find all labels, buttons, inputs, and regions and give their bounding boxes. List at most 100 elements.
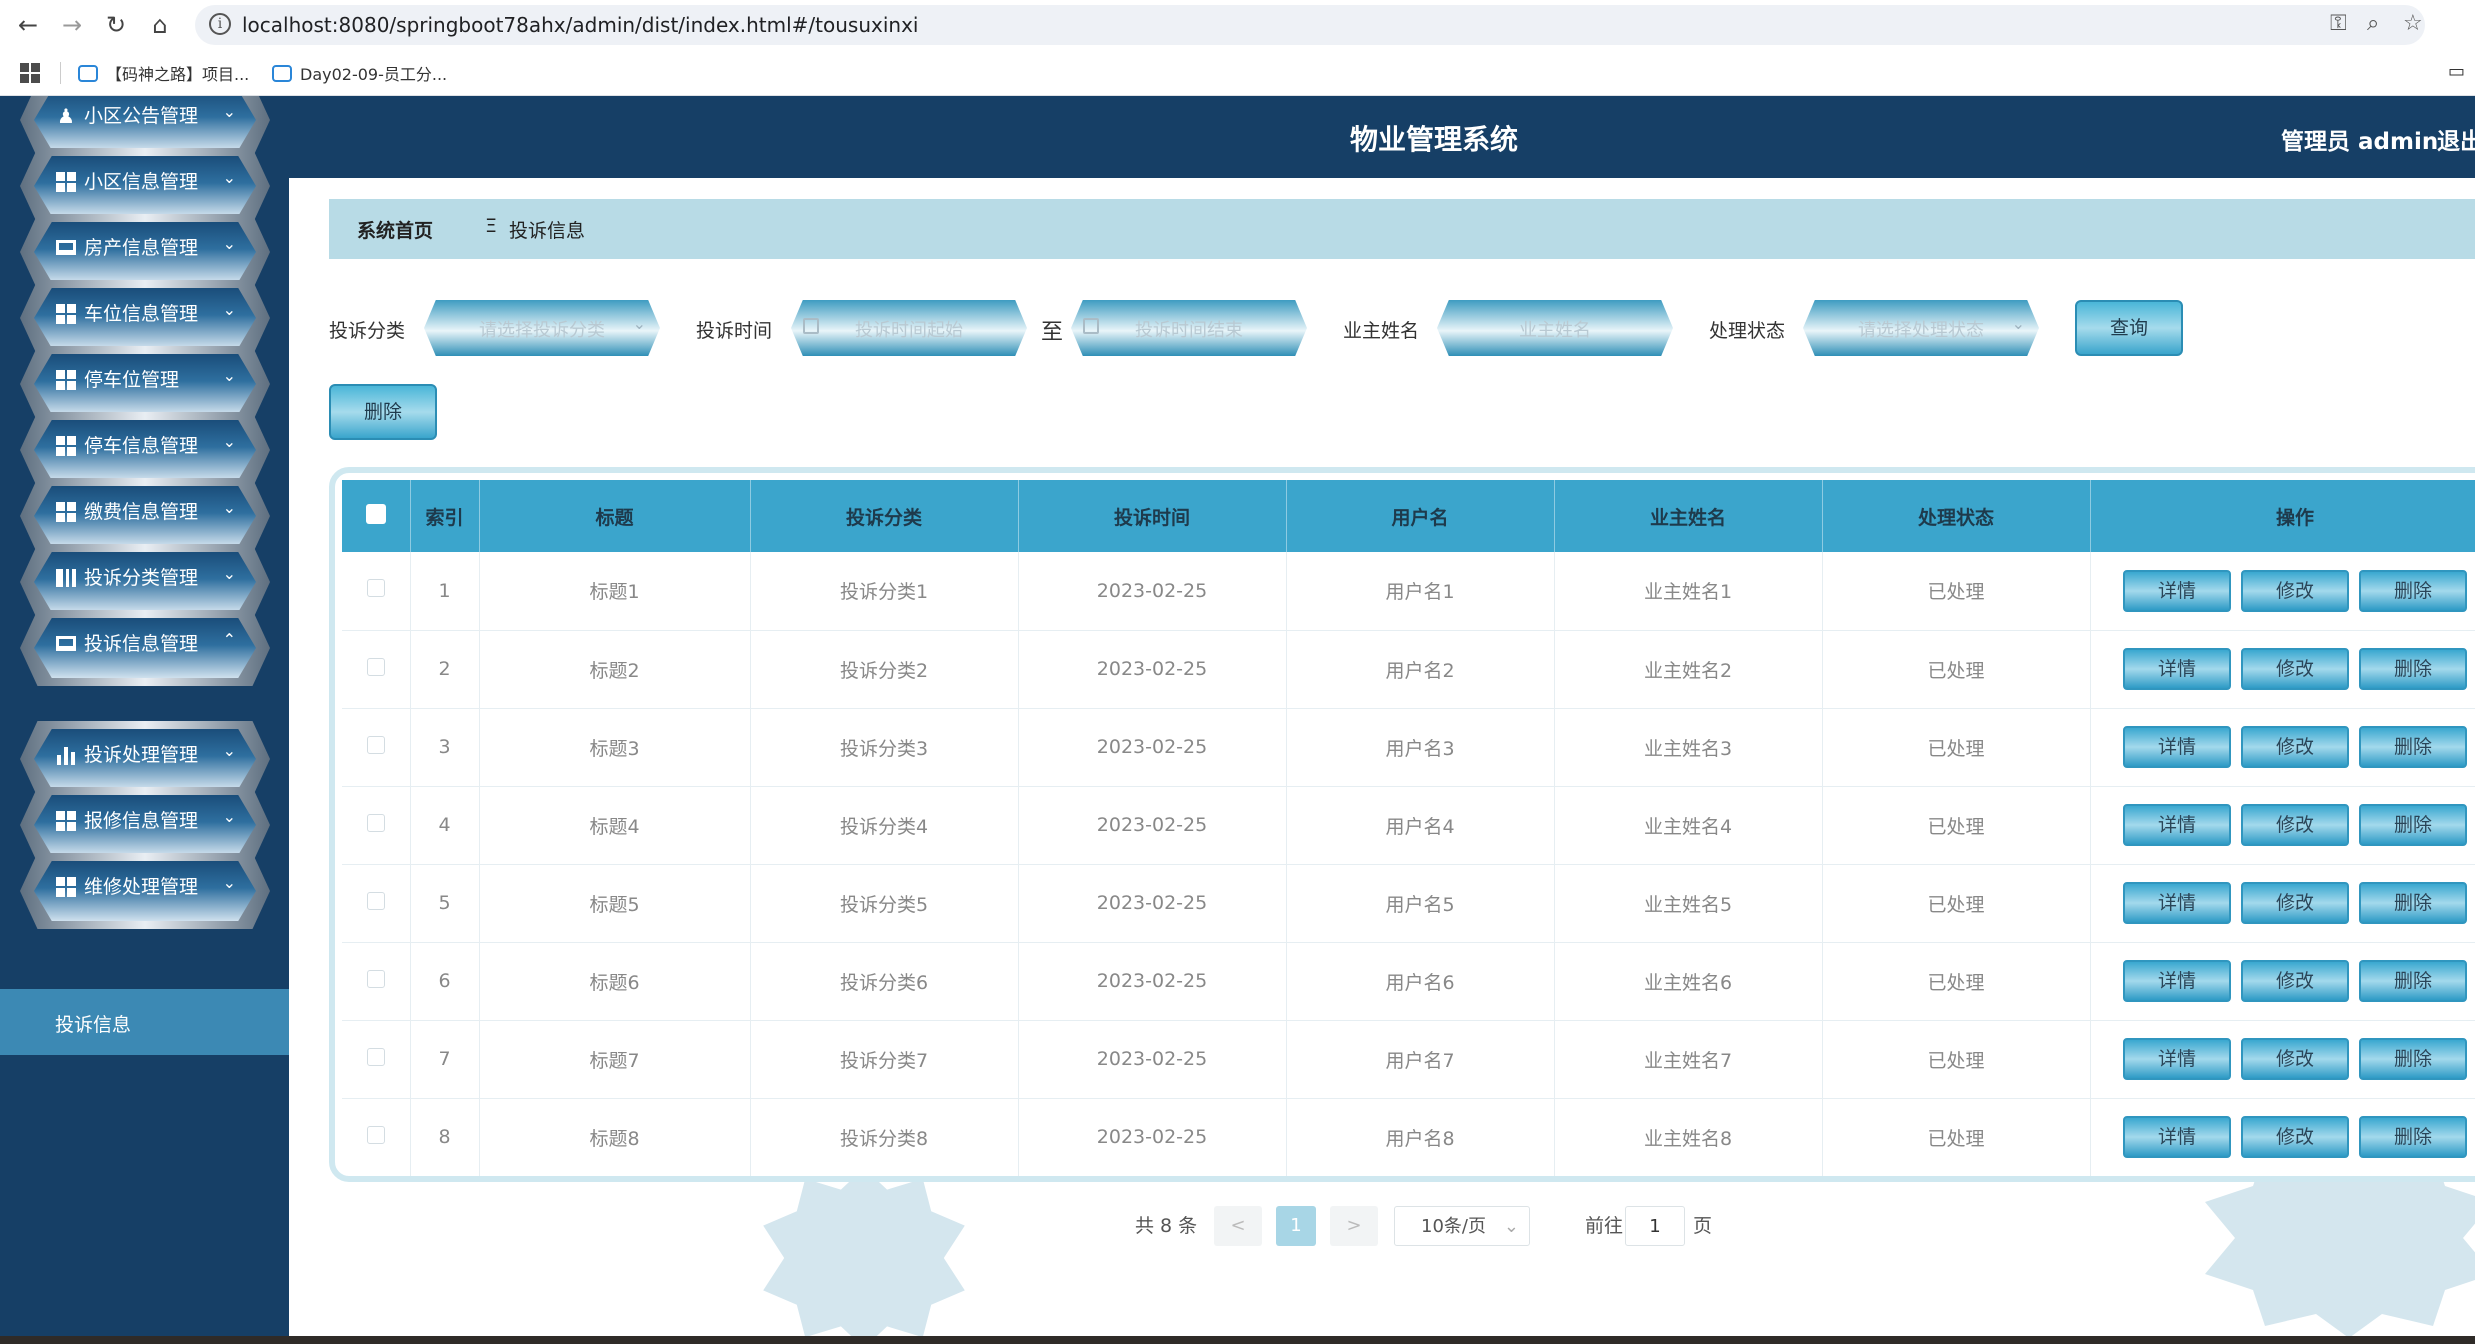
home-icon[interactable]: ⌂ [144,9,176,41]
edit-button[interactable]: 修改 [2241,569,2349,612]
row-checkbox-cell[interactable] [342,552,411,631]
owner-input[interactable]: 业主姓名 [1437,300,1673,356]
submenu-item-complaint-info[interactable]: 投诉信息 [0,989,289,1055]
table-cell: 标题5 [479,864,751,943]
row-checkbox[interactable] [366,969,385,988]
url-text: localhost:8080/springboot78ahx/admin/dis… [242,13,919,37]
row-checkbox-cell[interactable] [342,708,411,787]
table-cell: 标题4 [479,786,751,865]
next-page-button[interactable]: > [1330,1206,1378,1246]
sidebar-item[interactable]: 报修信息管理 ⌄ [20,787,270,863]
column-header[interactable]: 标题 [479,480,751,552]
forward-arrow-icon[interactable]: → [56,9,88,41]
time-end-input[interactable]: 投诉时间结束 [1071,300,1307,356]
status-label: 处理状态 [1709,320,1786,342]
sidebar-item[interactable]: 维修处理管理 ⌄ [20,853,270,929]
sidebar-item[interactable]: 投诉信息管理 ⌃ [20,610,270,686]
row-checkbox-cell[interactable] [342,1098,411,1176]
row-checkbox-cell[interactable] [342,864,411,943]
bookmark-item[interactable]: Day02-09-员工分... [272,61,447,85]
zoom-icon[interactable]: ⌕ [2367,11,2379,36]
row-checkbox[interactable] [366,1125,385,1144]
sidebar-item[interactable]: 停车信息管理 ⌄ [20,412,270,488]
page-number-current[interactable]: 1 [1276,1206,1316,1246]
breadcrumb-current: 投诉信息 [509,220,586,242]
breadcrumb-home[interactable]: 系统首页 [357,216,433,243]
edit-button[interactable]: 修改 [2241,1038,2349,1080]
sidebar-item[interactable]: 车位信息管理 ⌄ [20,280,270,356]
star-icon[interactable]: ☆ [2403,11,2423,36]
detail-button[interactable]: 详情 [2123,1038,2231,1080]
logout-link[interactable]: 退出 [2437,122,2475,156]
column-header[interactable]: 用户名 [1286,480,1555,552]
status-select[interactable]: 请选择处理状态 ⌄ [1803,300,2039,356]
batch-delete-button[interactable]: 删除 [329,384,437,440]
sidebar-item[interactable]: 投诉处理管理 ⌄ [20,721,270,797]
delete-button[interactable]: 删除 [2359,1116,2467,1158]
edit-button[interactable]: 修改 [2241,726,2349,768]
detail-button[interactable]: 详情 [2123,726,2231,768]
column-header[interactable]: 索引 [410,480,480,552]
edit-button[interactable]: 修改 [2241,648,2349,690]
reload-icon[interactable]: ↻ [100,9,132,41]
key-icon[interactable]: ⚿ [2330,11,2347,36]
edit-button[interactable]: 修改 [2241,882,2349,924]
edit-button[interactable]: 修改 [2241,960,2349,1002]
sidebar-item[interactable]: 停车位管理 ⌄ [20,346,270,422]
tv-icon [272,64,292,82]
row-checkbox-cell[interactable] [342,942,411,1021]
column-header[interactable]: 投诉时间 [1018,480,1287,552]
sidebar-item[interactable]: 小区信息管理 ⌄ [20,148,270,224]
row-checkbox-cell[interactable] [342,786,411,865]
delete-button[interactable]: 删除 [2359,569,2467,612]
prev-page-button[interactable]: < [1214,1206,1262,1246]
sidebar-item[interactable]: 房产信息管理 ⌄ [20,214,270,290]
delete-button[interactable]: 删除 [2359,726,2467,768]
row-checkbox[interactable] [366,1047,385,1066]
row-checkbox[interactable] [366,813,385,832]
row-checkbox-cell[interactable] [342,1020,411,1099]
detail-button[interactable]: 详情 [2123,882,2231,924]
delete-button[interactable]: 删除 [2359,882,2467,924]
time-start-input[interactable]: 投诉时间起始 [791,300,1027,356]
detail-button[interactable]: 详情 [2123,648,2231,690]
column-header[interactable]: 投诉分类 [750,480,1019,552]
chevron-down-icon: ⌄ [222,741,236,760]
row-checkbox[interactable] [366,657,385,676]
select-all-checkbox[interactable] [365,503,386,524]
goto-page-input[interactable]: 1 [1625,1206,1685,1246]
detail-button[interactable]: 详情 [2123,569,2231,612]
row-checkbox-cell[interactable] [342,630,411,709]
table-cell: 业主姓名7 [1554,1020,1823,1099]
edit-button[interactable]: 修改 [2241,1116,2349,1158]
bookmarks-bar: 【码神之路】项目... Day02-09-员工分... ▭ [0,50,2475,96]
apps-grid-icon[interactable] [20,61,40,83]
detail-button[interactable]: 详情 [2123,1116,2231,1158]
table-row: 4 标题4 投诉分类4 2023-02-25 用户名4 业主姓名4 已处理 详情 修改 删除 [342,786,2475,865]
row-checkbox[interactable] [366,891,385,910]
category-select[interactable]: 请选择投诉分类 ⌄ [424,300,660,356]
delete-button[interactable]: 删除 [2359,1038,2467,1080]
select-all-checkbox-cell[interactable] [342,480,411,552]
page-size-select[interactable]: 10条/页 ⌄ [1394,1206,1530,1246]
back-arrow-icon[interactable]: ← [12,9,44,41]
detail-button[interactable]: 详情 [2123,960,2231,1002]
site-info-icon[interactable]: i [209,13,231,35]
delete-button[interactable]: 删除 [2359,960,2467,1002]
row-checkbox[interactable] [366,735,385,754]
query-button[interactable]: 查询 [2075,300,2183,356]
chevron-down-icon: ⌄ [1503,1216,1519,1237]
edit-button[interactable]: 修改 [2241,804,2349,846]
detail-button[interactable]: 详情 [2123,804,2231,846]
row-checkbox[interactable] [366,579,385,598]
delete-button[interactable]: 删除 [2359,648,2467,690]
address-bar[interactable]: i localhost:8080/springboot78ahx/admin/d… [195,5,2425,45]
bookmark-item[interactable]: 【码神之路】项目... [78,61,249,85]
column-header[interactable]: 业主姓名 [1554,480,1823,552]
sidebar-item[interactable]: 投诉分类管理 ⌄ [20,544,270,620]
column-header[interactable]: 处理状态 [1822,480,2091,552]
complaint-table: 索引 标题 投诉分类 投诉时间 用户名 业主姓名 处理状态 操作 1 标题1 投诉分… [342,480,2475,1176]
folder-icon[interactable]: ▭ [2448,61,2465,82]
sidebar-item[interactable]: 缴费信息管理 ⌄ [20,478,270,554]
delete-button[interactable]: 删除 [2359,804,2467,846]
